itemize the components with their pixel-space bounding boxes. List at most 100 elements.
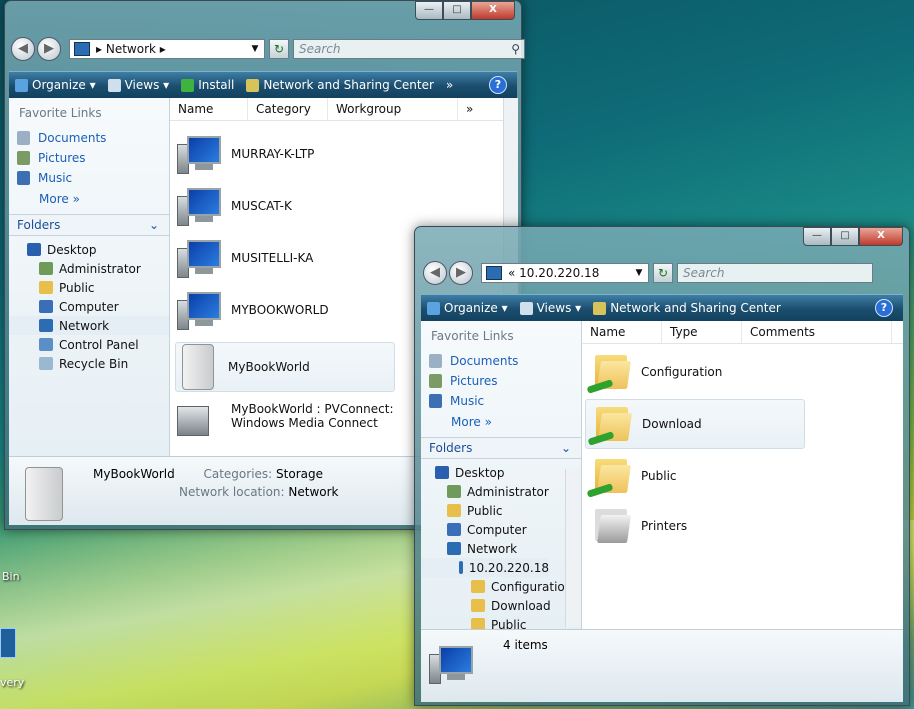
install-button[interactable]: Install — [181, 78, 234, 92]
maximize-button[interactable]: □ — [443, 1, 471, 20]
tree-item-administrator[interactable]: Administrator — [9, 259, 169, 278]
item-label: Configuration — [641, 365, 723, 379]
tree-item-network[interactable]: Network — [421, 539, 581, 558]
list-item[interactable]: Public — [585, 453, 677, 499]
desktop-recovery-label[interactable]: very — [0, 676, 24, 689]
tree-item-public[interactable]: Public — [9, 278, 169, 297]
fav-music[interactable]: Music — [9, 168, 169, 188]
folders-header[interactable]: Folders ⌄ — [9, 214, 169, 236]
fav-music[interactable]: Music — [421, 391, 581, 411]
fav-documents[interactable]: Documents — [421, 351, 581, 371]
breadcrumb-ip[interactable]: 10.20.220.18 — [519, 266, 599, 280]
column-category[interactable]: Category — [248, 98, 328, 120]
more-link[interactable]: More » — [421, 411, 581, 429]
views-button[interactable]: Views ▾ — [519, 301, 581, 315]
list-item[interactable]: Configuration — [585, 349, 722, 395]
forward-button[interactable]: ▶ — [449, 261, 473, 285]
chevron-down-icon[interactable]: ⌄ — [149, 218, 159, 232]
close-button[interactable]: X — [471, 1, 515, 20]
desktop-recycle-bin-label[interactable]: Bin — [2, 570, 20, 583]
fav-pictures[interactable]: Pictures — [421, 371, 581, 391]
list-item[interactable]: MUSCAT-K — [177, 186, 292, 226]
fav-pictures[interactable]: Pictures — [9, 148, 169, 168]
folders-header[interactable]: Folders ⌄ — [421, 437, 581, 459]
breadcrumb-overflow[interactable]: « — [508, 266, 515, 280]
search-icon[interactable]: ⚲ — [511, 42, 520, 56]
toolbar-overflow-button[interactable]: » — [446, 78, 453, 92]
tree-item-network[interactable]: Network — [9, 316, 169, 335]
breadcrumb-separator: ▸ — [96, 42, 103, 56]
tree-item-computer[interactable]: Computer — [9, 297, 169, 316]
refresh-button[interactable]: ↻ — [269, 39, 289, 59]
list-item[interactable]: MUSITELLI-KA — [177, 238, 313, 278]
fav-documents-label: Documents — [450, 354, 519, 368]
tree-label: Configuratio — [491, 579, 565, 594]
network-sharing-center-button[interactable]: Network and Sharing Center — [593, 301, 781, 315]
install-icon — [181, 78, 195, 92]
tree-item-public-share[interactable]: Public — [421, 615, 581, 629]
tree-item-download[interactable]: Download — [421, 596, 581, 615]
address-row: ◀ ▶ ▸ Network ▸ ▼ ↻ Search ⚲ — [11, 37, 525, 61]
chevron-down-icon[interactable]: ▼ — [630, 268, 648, 278]
shared-folder-icon — [471, 618, 485, 629]
more-link[interactable]: More » — [9, 188, 169, 206]
desktop-app-icon[interactable] — [0, 628, 16, 658]
tree-item-administrator[interactable]: Administrator — [421, 482, 581, 501]
minimize-button[interactable]: — — [415, 1, 443, 20]
tree-label: 10.20.220.18 — [468, 560, 549, 575]
organize-button[interactable]: Organize ▾ — [15, 78, 96, 92]
tree-scrollbar[interactable] — [565, 469, 581, 627]
list-item[interactable]: MYBOOKWORLD — [177, 290, 329, 330]
column-comments[interactable]: Comments — [742, 321, 892, 343]
help-icon[interactable]: ? — [875, 299, 893, 317]
favorite-links-title: Favorite Links — [431, 329, 514, 343]
list-item[interactable]: MyBookWorld : PVConnect: Windows Media Co… — [177, 396, 394, 436]
back-button[interactable]: ◀ — [423, 261, 447, 285]
pictures-icon — [17, 151, 30, 165]
close-button[interactable]: X — [859, 227, 903, 246]
column-name[interactable]: Name — [582, 321, 662, 343]
back-button[interactable]: ◀ — [11, 37, 35, 61]
fav-documents[interactable]: Documents — [9, 128, 169, 148]
refresh-button[interactable]: ↻ — [653, 263, 673, 283]
chevron-down-icon[interactable]: ▼ — [246, 44, 264, 54]
column-type[interactable]: Type — [662, 321, 742, 343]
folders-title: Folders — [17, 218, 61, 232]
tree-item-computer[interactable]: Computer — [421, 520, 581, 539]
list-item[interactable]: Printers — [585, 503, 687, 549]
storage-device-icon — [182, 344, 214, 390]
breadcrumb-network[interactable]: Network — [106, 42, 156, 56]
navigation-pane: Favorite Links Documents Pictures Music … — [421, 321, 582, 629]
music-icon — [429, 394, 442, 408]
search-input[interactable]: Search ⚲ — [293, 39, 525, 59]
help-icon[interactable]: ? — [489, 76, 507, 94]
tree-item-public[interactable]: Public — [421, 501, 581, 520]
tree-item-recycle-bin[interactable]: Recycle Bin — [9, 354, 169, 373]
views-button[interactable]: Views ▾ — [107, 78, 169, 92]
list-item-selected[interactable]: Download — [585, 399, 805, 449]
chevron-down-icon[interactable]: ⌄ — [561, 441, 571, 455]
item-label: Download — [642, 417, 702, 431]
column-overflow[interactable]: » — [458, 98, 488, 120]
forward-button[interactable]: ▶ — [37, 37, 61, 61]
breadcrumb-trail[interactable]: ▸ — [160, 42, 166, 56]
organize-button[interactable]: Organize ▾ — [427, 301, 508, 315]
column-workgroup[interactable]: Workgroup — [328, 98, 458, 120]
computer-icon — [447, 523, 461, 536]
network-sharing-center-button[interactable]: Network and Sharing Center — [246, 78, 434, 92]
tree-item-ip[interactable]: 10.20.220.18 — [421, 558, 549, 577]
tree-item-desktop[interactable]: Desktop — [421, 463, 581, 482]
tree-item-desktop[interactable]: Desktop — [9, 240, 169, 259]
search-input[interactable]: Search — [677, 263, 873, 283]
column-name[interactable]: Name — [170, 98, 248, 120]
address-bar[interactable]: « 10.20.220.18 ▼ — [481, 263, 649, 283]
tree-item-control-panel[interactable]: Control Panel — [9, 335, 169, 354]
computer-icon — [39, 300, 53, 313]
tree-item-configuration[interactable]: Configuratio — [421, 577, 581, 596]
list-item[interactable]: MURRAY-K-LTP — [177, 134, 314, 174]
minimize-button[interactable]: — — [803, 227, 831, 246]
command-toolbar: Organize ▾ Views ▾ Network and Sharing C… — [421, 294, 903, 321]
maximize-button[interactable]: □ — [831, 227, 859, 246]
list-item-selected[interactable]: MyBookWorld — [175, 342, 395, 392]
address-bar[interactable]: ▸ Network ▸ ▼ — [69, 39, 265, 59]
